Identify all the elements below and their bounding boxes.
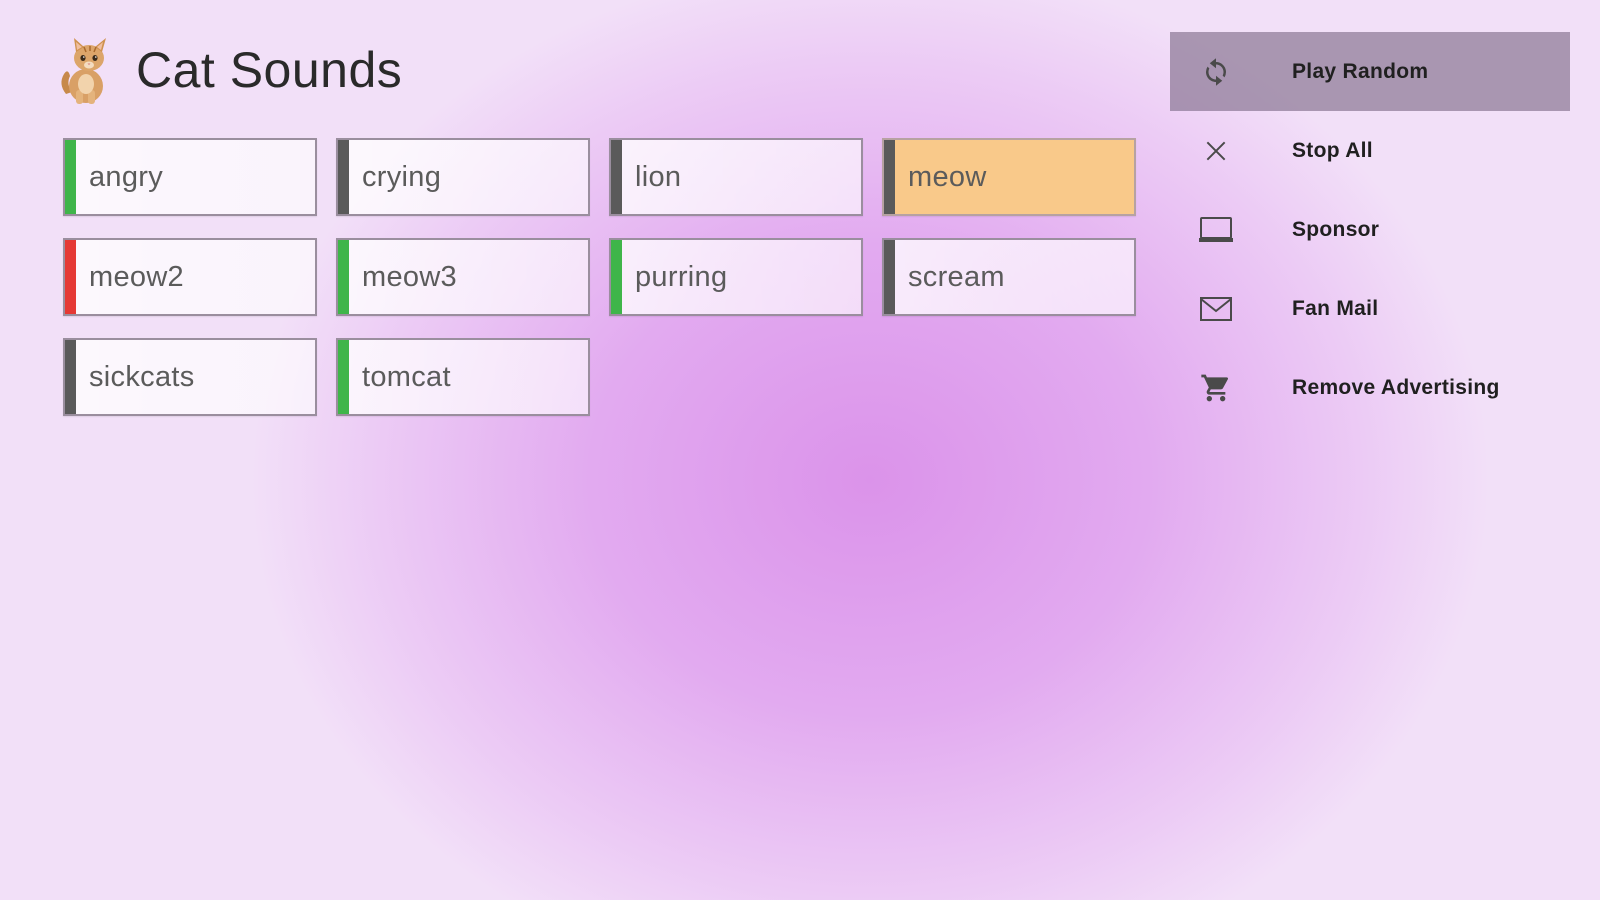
mail-icon [1196, 289, 1236, 329]
sound-tile-meow2[interactable]: meow2 [63, 238, 317, 316]
sound-tile-purring[interactable]: purring [609, 238, 863, 316]
kitten-logo-icon [61, 38, 106, 104]
status-stripe [338, 240, 349, 314]
side-menu: Play Random Stop All Sponsor Fan Mail Re… [1170, 32, 1570, 427]
laptop-icon [1196, 210, 1236, 250]
play-random-button[interactable]: Play Random [1170, 32, 1570, 111]
menu-label: Play Random [1292, 59, 1429, 83]
close-icon [1196, 131, 1236, 171]
sound-tile-angry[interactable]: angry [63, 138, 317, 216]
sound-label: scream [908, 260, 1005, 293]
status-stripe [65, 240, 76, 314]
status-stripe [65, 340, 76, 414]
status-stripe [884, 140, 895, 214]
refresh-icon [1196, 52, 1236, 92]
menu-label: Stop All [1292, 138, 1373, 162]
sound-tile-crying[interactable]: crying [336, 138, 590, 216]
sound-grid: angry crying lion meow meow2 meow3 purri… [63, 138, 1136, 416]
status-stripe [611, 140, 622, 214]
sound-label: meow2 [89, 260, 184, 293]
sound-label: purring [635, 260, 728, 293]
status-stripe [611, 240, 622, 314]
sound-tile-tomcat[interactable]: tomcat [336, 338, 590, 416]
status-stripe [338, 340, 349, 414]
status-stripe [338, 140, 349, 214]
menu-label: Remove Advertising [1292, 375, 1500, 399]
sound-tile-sickcats[interactable]: sickcats [63, 338, 317, 416]
sound-label: meow3 [362, 260, 457, 293]
sponsor-button[interactable]: Sponsor [1170, 190, 1570, 269]
stop-all-button[interactable]: Stop All [1170, 111, 1570, 190]
menu-label: Sponsor [1292, 217, 1380, 241]
sound-label: angry [89, 160, 164, 193]
sound-tile-lion[interactable]: lion [609, 138, 863, 216]
sound-tile-scream[interactable]: scream [882, 238, 1136, 316]
app-header: Cat Sounds [56, 30, 402, 110]
sound-label: crying [362, 160, 442, 193]
sound-tile-meow[interactable]: meow [882, 138, 1136, 216]
remove-advertising-button[interactable]: Remove Advertising [1170, 348, 1570, 427]
sound-label: tomcat [362, 360, 451, 393]
sound-label: sickcats [89, 360, 195, 393]
app-title: Cat Sounds [136, 42, 403, 98]
status-stripe [65, 140, 76, 214]
fan-mail-button[interactable]: Fan Mail [1170, 269, 1570, 348]
status-stripe [884, 240, 895, 314]
cart-icon [1196, 368, 1236, 408]
menu-label: Fan Mail [1292, 296, 1379, 320]
sound-label: meow [908, 160, 987, 193]
sound-tile-meow3[interactable]: meow3 [336, 238, 590, 316]
